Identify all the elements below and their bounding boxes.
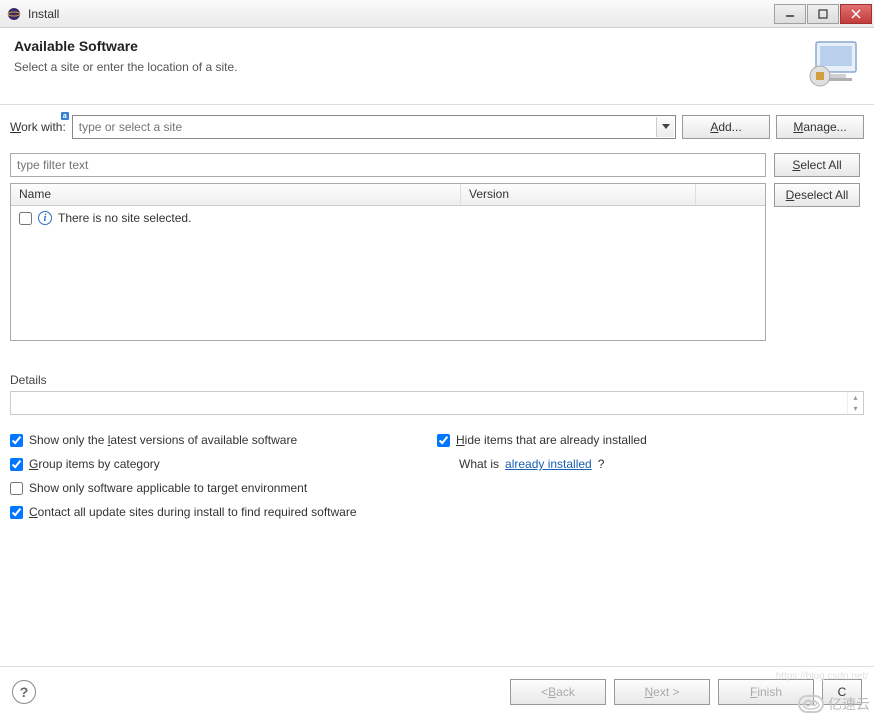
next-button[interactable]: Next >	[614, 679, 710, 705]
scroll-up-icon[interactable]: ▴	[848, 392, 863, 403]
work-with-label: Work with: a	[10, 120, 66, 134]
column-name[interactable]: Name	[11, 184, 461, 205]
column-version[interactable]: Version	[461, 184, 696, 205]
deselect-all-button[interactable]: Deselect All	[774, 183, 860, 207]
details-scrollbar[interactable]: ▴ ▾	[847, 392, 863, 414]
back-button[interactable]: < Back	[510, 679, 606, 705]
column-spare	[696, 184, 765, 205]
table-row[interactable]: i There is no site selected.	[11, 208, 765, 228]
close-button[interactable]	[840, 4, 872, 24]
info-icon: i	[38, 211, 52, 225]
window-title: Install	[28, 7, 774, 21]
add-button[interactable]: Add...	[682, 115, 770, 139]
page-title: Available Software	[14, 38, 806, 54]
minimize-button[interactable]	[774, 4, 806, 24]
row-text: There is no site selected.	[58, 211, 191, 225]
page-description: Select a site or enter the location of a…	[14, 60, 806, 74]
finish-button[interactable]: Finish	[718, 679, 814, 705]
banner: Available Software Select a site or ente…	[0, 28, 874, 105]
help-icon[interactable]: ?	[12, 680, 36, 704]
footer: ? < Back Next > Finish C	[0, 666, 874, 716]
install-graphic-icon	[806, 38, 862, 88]
row-checkbox[interactable]	[19, 212, 32, 225]
work-with-combo[interactable]	[72, 115, 676, 139]
details-box[interactable]: ▴ ▾	[10, 391, 864, 415]
eclipse-icon	[6, 6, 22, 22]
software-table: Name Version i There is no site selected…	[10, 183, 766, 341]
filter-input[interactable]	[10, 153, 766, 177]
hide-installed-checkbox[interactable]: Hide items that are already installed	[437, 433, 864, 447]
group-by-category-checkbox[interactable]: Group items by category	[10, 457, 437, 471]
target-environment-checkbox[interactable]: Show only software applicable to target …	[10, 481, 437, 495]
titlebar: Install	[0, 0, 874, 28]
cancel-button[interactable]: C	[822, 679, 862, 705]
maximize-button[interactable]	[807, 4, 839, 24]
chevron-down-icon[interactable]	[656, 117, 674, 137]
already-installed-link[interactable]: already installed	[505, 457, 592, 471]
select-all-button[interactable]: Select All	[774, 153, 860, 177]
scroll-down-icon[interactable]: ▾	[848, 403, 863, 414]
table-header: Name Version	[11, 184, 765, 206]
work-with-input[interactable]	[79, 120, 655, 134]
details-label: Details	[10, 373, 864, 387]
watermark-url: https://blog.csdn.net/	[776, 671, 868, 682]
already-installed-link-row: What is already installed ?	[437, 457, 864, 471]
content-assist-badge-icon: a	[61, 112, 69, 120]
manage-button[interactable]: Manage...	[776, 115, 864, 139]
show-latest-checkbox[interactable]: Show only the latest versions of availab…	[10, 433, 437, 447]
contact-sites-checkbox[interactable]: Contact all update sites during install …	[10, 505, 864, 519]
